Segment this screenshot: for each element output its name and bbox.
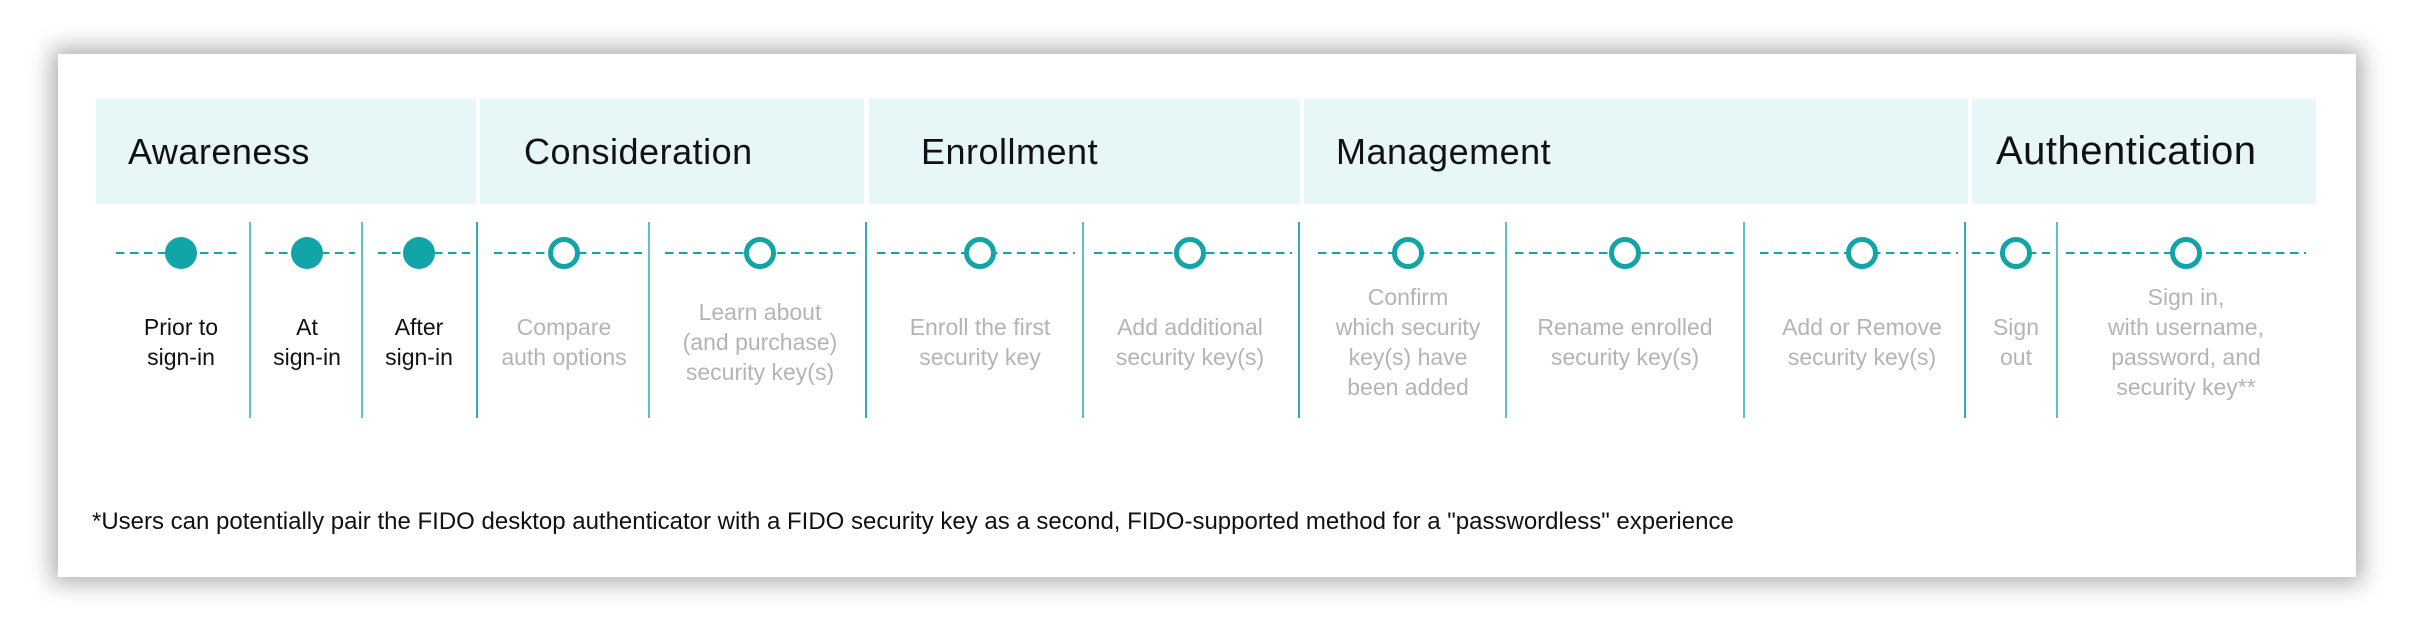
hollow-circle-icon	[548, 237, 580, 269]
stage-header-label: Authentication	[1996, 129, 2257, 173]
hollow-circle-icon	[1174, 237, 1206, 269]
hollow-circle-icon	[2000, 237, 2032, 269]
stage-header-consideration: Consideration	[480, 99, 864, 204]
hollow-circle-icon	[1609, 237, 1641, 269]
stage-header-awareness: Awareness	[96, 99, 476, 204]
filled-circle-icon	[403, 237, 435, 269]
hollow-circle-icon	[964, 237, 996, 269]
stage-header-label: Consideration	[524, 130, 753, 172]
hollow-circle-icon	[1392, 237, 1424, 269]
stage-header-label: Awareness	[128, 130, 310, 172]
step-label: Rename enrolled security key(s)	[1537, 314, 1713, 370]
hollow-circle-icon	[1846, 237, 1878, 269]
step-label: Learn about (and purchase) security key(…	[682, 299, 838, 385]
hollow-circle-icon	[2170, 237, 2202, 269]
step-label: Sign in, with username, password, and se…	[2108, 284, 2264, 400]
footnote: *Users can potentially pair the FIDO des…	[92, 508, 1734, 535]
stage-header-label: Enrollment	[921, 130, 1099, 172]
stage-header-management: Management	[1304, 99, 1968, 204]
column-divider	[1743, 222, 1745, 418]
stage-header-authentication: Authentication	[1972, 99, 2316, 204]
step-label: Add additional security key(s)	[1115, 314, 1265, 370]
hollow-circle-icon	[744, 237, 776, 269]
stage-header-enrollment: Enrollment	[869, 99, 1300, 204]
step-label: Confirm which security key(s) have been …	[1335, 284, 1481, 400]
step-label: Compare auth options	[501, 314, 627, 370]
step-label: Enroll the first security key	[909, 314, 1051, 370]
stage-header-label: Management	[1336, 130, 1552, 172]
filled-circle-icon	[291, 237, 323, 269]
filled-circle-icon	[165, 237, 197, 269]
